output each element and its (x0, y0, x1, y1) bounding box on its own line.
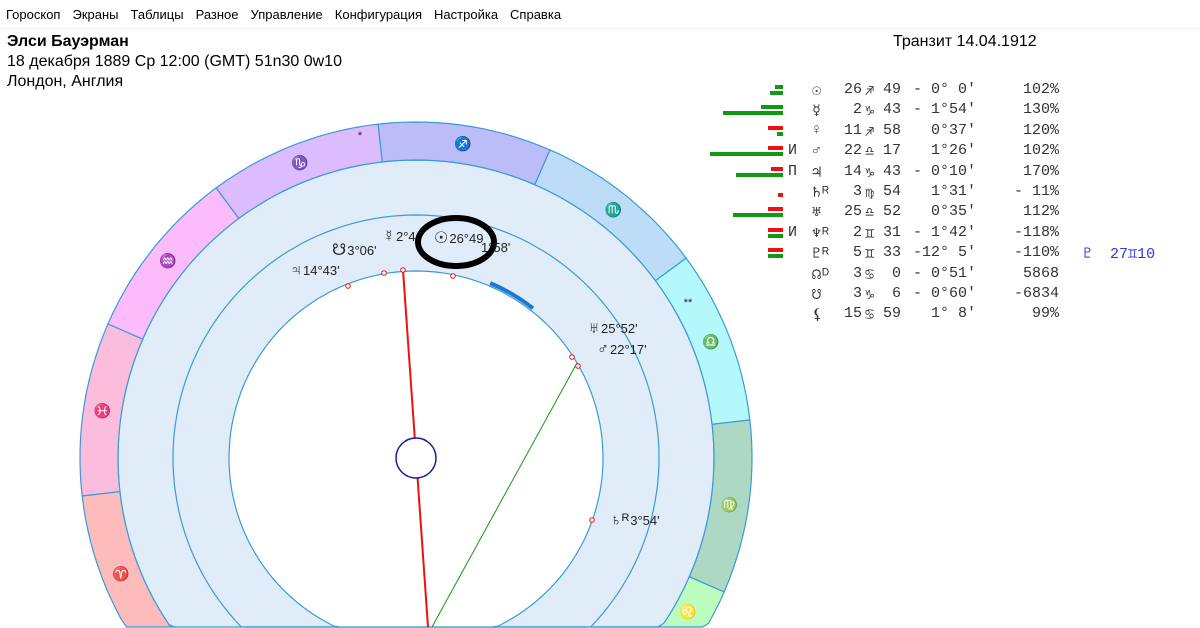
planet-degree: 1°58' (481, 240, 511, 255)
planet-glyph-icon: ☉ (434, 230, 449, 247)
planet-degree: 22°17' (610, 342, 647, 357)
scorpio-icon: ♏ (604, 201, 623, 218)
capricorn-icon: ♑ (291, 154, 309, 171)
planet-degree: 14°43' (303, 263, 340, 278)
chart-planet-label[interactable]: 1°58' (480, 239, 510, 257)
chart-planet-label[interactable]: ♅25°52' (588, 320, 638, 338)
planet-marker-dot (381, 270, 387, 276)
chart-planet-label[interactable]: ♄ᴿ3°54' (610, 512, 660, 530)
planet-marker-dot (345, 283, 351, 289)
chart-planet-label[interactable]: ♂22°17' (597, 341, 647, 359)
planet-glyph-icon: ☋ (332, 242, 347, 259)
leo-icon: ♌ (679, 603, 697, 620)
planet-glyph-icon: ♃ (290, 262, 302, 279)
chart-planet-label[interactable]: ☋3°06' (332, 240, 377, 260)
natal-chart-wheel[interactable] (0, 0, 1200, 628)
planet-degree: 25°52' (601, 321, 638, 336)
planet-marker-dot (450, 273, 456, 279)
pisces-icon: ♓ (93, 402, 112, 419)
planet-degree: 2°4 (396, 229, 416, 244)
chart-planet-label[interactable]: ☉26°49 (434, 228, 483, 248)
planet-marker-dot (569, 354, 575, 360)
planet-glyph-icon: ♂ (597, 341, 609, 358)
aquarius-icon: ♒ (159, 252, 177, 269)
planet-degree: 3°54' (630, 513, 660, 528)
planet-glyph-icon: ♄ᴿ (610, 512, 630, 529)
planet-marker-dot (575, 363, 581, 369)
chart-planet-label[interactable]: ☿2°4 (383, 228, 416, 246)
planet-degree: 26°49 (449, 231, 484, 246)
virgo-icon: ♍ (720, 496, 739, 513)
star-marker: ** (683, 297, 693, 309)
planet-glyph-icon: ☿ (383, 228, 395, 245)
star-marker: * (357, 130, 363, 142)
sagittarius-icon: ♐ (454, 135, 472, 152)
center-circle (395, 437, 437, 479)
planet-marker-dot (589, 517, 595, 523)
planet-degree: 3°06' (347, 243, 377, 258)
chart-planet-label[interactable]: ♃14°43' (290, 262, 340, 280)
libra-icon: ♎ (702, 333, 720, 350)
planet-marker-dot (400, 267, 406, 273)
planet-glyph-icon: ♅ (588, 320, 600, 337)
aries-icon: ♈ (112, 565, 130, 582)
